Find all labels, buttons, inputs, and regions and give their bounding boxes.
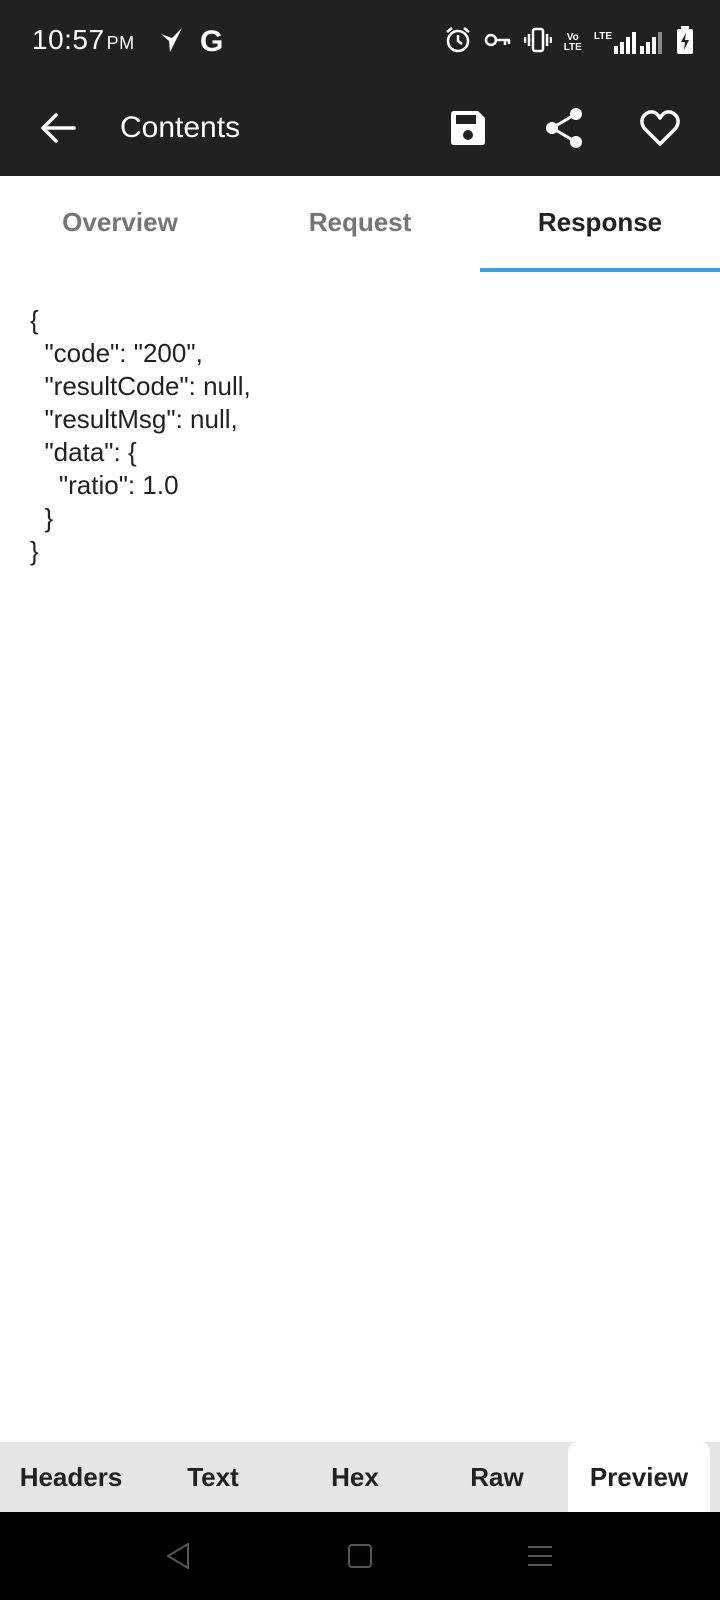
nav-home-button[interactable] [338,1534,382,1578]
tab-headers[interactable]: Headers [0,1442,142,1512]
tab-preview[interactable]: Preview [568,1442,710,1512]
bottom-tabs: Headers Text Hex Raw Preview [0,1442,720,1512]
vibrate-icon [523,27,552,58]
status-time-value: 10:57 [32,24,105,55]
back-button[interactable] [36,102,80,154]
volte-icon: Vo LTE [563,31,582,53]
navigation-bar [0,1512,720,1600]
share-button[interactable] [538,102,590,154]
signal-group: LTE [593,30,664,54]
square-home-icon [348,1544,372,1568]
response-body: { "code": "200", "resultCode": null, "re… [30,305,251,566]
tab-request[interactable]: Request [240,176,480,272]
status-time: 10:57 PM [32,24,135,56]
google-icon: G [200,24,224,58]
tab-overview[interactable]: Overview [0,176,240,272]
bird-notification-icon [158,24,186,59]
signal-strength-icon-1 [614,31,636,54]
status-right-icons: Vo LTE LTE [444,26,694,59]
status-bar: 10:57 PM G Vo LTE LTE [0,0,720,80]
share-icon [546,108,582,148]
save-button[interactable] [442,102,494,154]
tab-text[interactable]: Text [142,1442,284,1512]
nav-back-button[interactable] [156,1534,200,1578]
tab-raw[interactable]: Raw [426,1442,568,1512]
status-left-icons: G [158,24,223,59]
alarm-icon [444,26,472,59]
back-arrow-icon [41,113,76,143]
menu-lines-icon [528,1546,552,1566]
save-icon [451,111,485,145]
favorite-button[interactable] [634,102,686,154]
tab-response[interactable]: Response [480,176,720,272]
app-bar: Contents [0,80,720,176]
page-title: Contents [120,111,241,144]
nav-recents-button[interactable] [518,1534,562,1578]
top-tabs: Overview Request Response [0,176,720,272]
tab-hex[interactable]: Hex [284,1442,426,1512]
vpn-key-icon [484,30,512,55]
battery-charging-icon [676,26,694,59]
heart-icon [640,110,680,146]
volte-bottom-label: LTE [563,41,582,53]
triangle-back-icon [167,1543,189,1569]
signal-strength-icon-2 [640,31,662,54]
lte-label: LTE [593,30,612,42]
status-time-ampm: PM [106,33,135,53]
volte-top-label: Vo [566,31,579,43]
